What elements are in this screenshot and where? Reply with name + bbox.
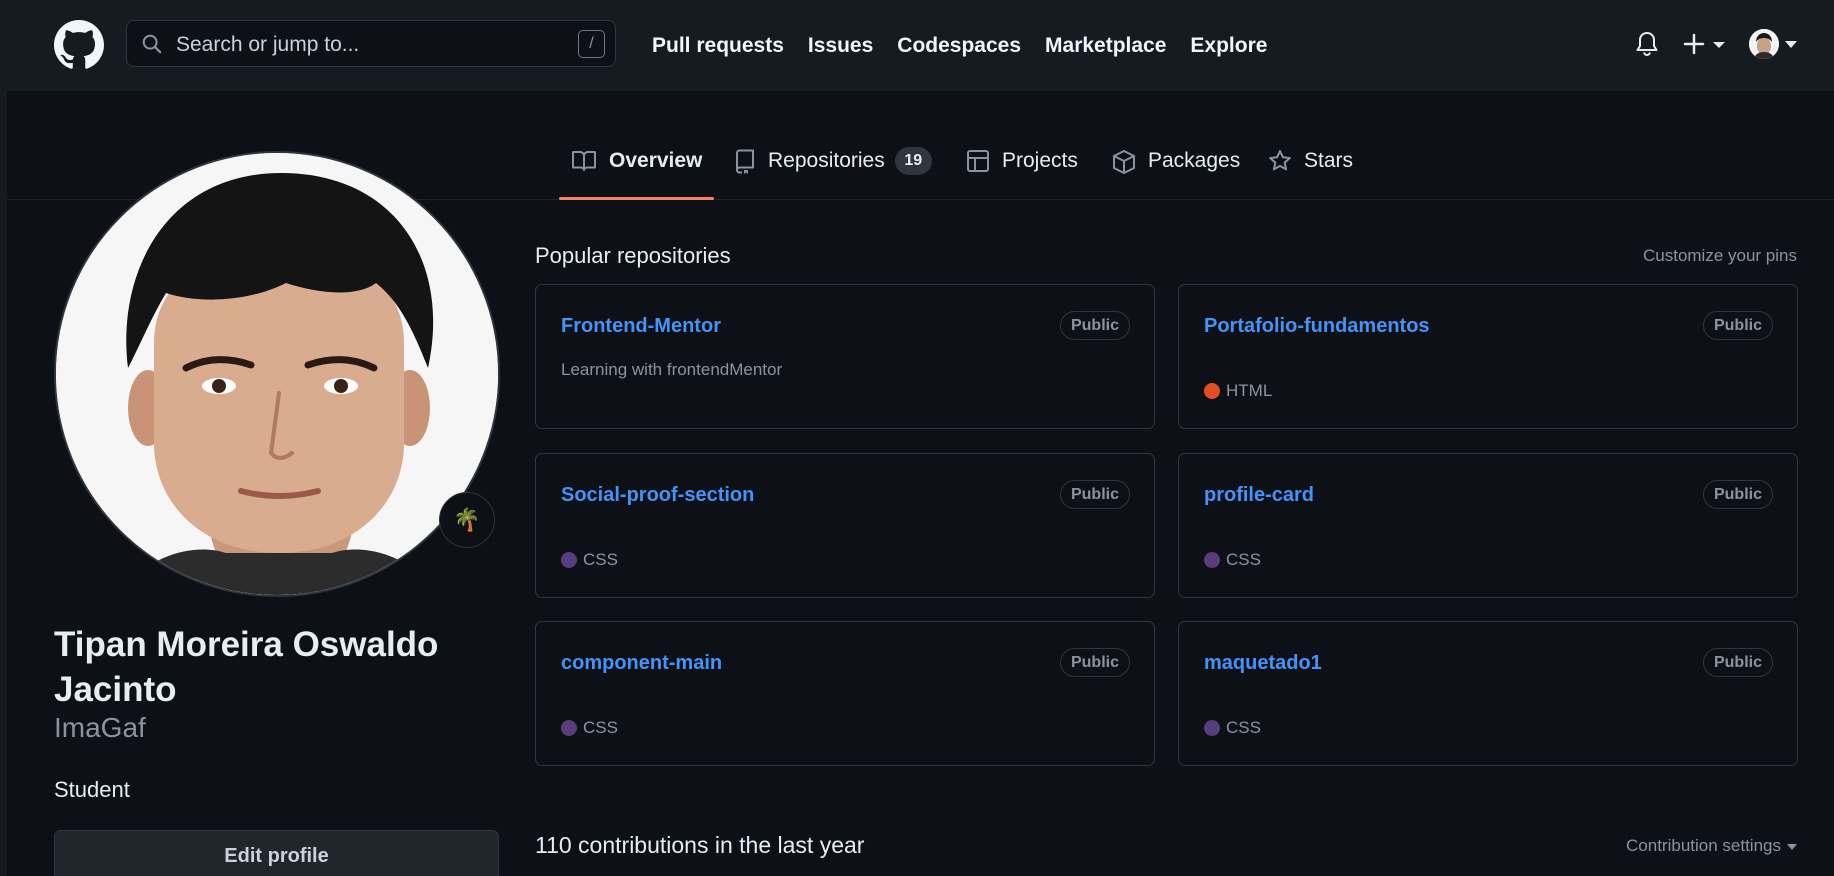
create-new-plus-icon[interactable]	[1683, 32, 1727, 56]
repo-card: Social-proof-section Public CSS	[535, 453, 1155, 598]
tab-projects[interactable]: Projects	[966, 147, 1078, 200]
contribution-settings-dropdown[interactable]: Contribution settings	[1626, 836, 1797, 856]
visibility-badge: Public	[1702, 480, 1773, 509]
search-input[interactable]: Search or jump to... /	[126, 20, 616, 67]
tab-overview-label: Overview	[609, 149, 703, 172]
repo-card: profile-card Public CSS	[1178, 453, 1798, 598]
repo-name-link[interactable]: maquetado1	[1204, 652, 1322, 675]
repo-card: component-main Public CSS	[535, 621, 1155, 766]
tab-packages-label: Packages	[1148, 149, 1241, 172]
book-icon	[572, 151, 596, 171]
nav-pull-requests[interactable]: Pull requests	[652, 34, 784, 58]
nav-explore[interactable]: Explore	[1190, 34, 1267, 58]
tab-overview[interactable]: Overview	[558, 147, 715, 200]
tab-repositories-label: Repositories	[768, 149, 885, 172]
repo-name-link[interactable]: profile-card	[1204, 484, 1314, 507]
language-label: CSS	[1226, 550, 1261, 569]
visibility-badge: Public	[1702, 311, 1773, 340]
visibility-badge: Public	[1059, 311, 1130, 340]
profile-full-name: Tipan Moreira Oswaldo Jacinto	[54, 625, 439, 709]
chevron-down-icon[interactable]	[1785, 41, 1797, 49]
profile-username: ImaGaf	[54, 712, 146, 743]
nav-issues[interactable]: Issues	[808, 34, 873, 58]
visibility-badge: Public	[1702, 648, 1773, 677]
visibility-badge: Public	[1059, 480, 1130, 509]
edit-profile-button[interactable]: Edit profile	[54, 830, 499, 876]
repo-language: HTML	[1204, 381, 1272, 401]
language-color-dot	[1204, 552, 1220, 568]
repo-card: Frontend-Mentor Public Learning with fro…	[535, 284, 1155, 429]
avatar-thumbnail-icon	[1749, 29, 1779, 59]
language-label: CSS	[583, 718, 618, 737]
tab-packages[interactable]: Packages	[1112, 147, 1240, 200]
nav-marketplace[interactable]: Marketplace	[1045, 34, 1166, 58]
status-emoji-button[interactable]: 🌴	[439, 492, 495, 548]
tab-stars[interactable]: Stars	[1268, 147, 1353, 200]
profile-photo-icon	[56, 153, 498, 595]
visibility-badge: Public	[1059, 648, 1130, 677]
search-shortcut-key: /	[578, 30, 605, 58]
repo-description: Learning with frontendMentor	[561, 360, 783, 379]
customize-pins-link[interactable]: Customize your pins	[1643, 246, 1797, 266]
star-icon	[1269, 150, 1291, 171]
search-placeholder: Search or jump to...	[176, 33, 360, 56]
tab-repositories[interactable]: Repositories 19	[734, 147, 932, 200]
notifications-bell-icon[interactable]	[1635, 31, 1659, 57]
repositories-count-badge: 19	[894, 147, 932, 175]
tab-stars-label: Stars	[1304, 149, 1354, 172]
contributions-title: 110 contributions in the last year	[535, 832, 865, 858]
package-icon	[1113, 150, 1135, 174]
repo-language: CSS	[561, 550, 618, 570]
language-label: HTML	[1226, 381, 1273, 400]
page-left-border	[0, 91, 7, 876]
repo-language: CSS	[1204, 550, 1261, 570]
repo-name-link[interactable]: Frontend-Mentor	[561, 315, 721, 338]
language-color-dot	[1204, 720, 1220, 736]
search-icon	[142, 34, 162, 54]
user-avatar-menu[interactable]	[1749, 29, 1779, 59]
language-color-dot	[561, 552, 577, 568]
repo-card: maquetado1 Public CSS	[1178, 621, 1798, 766]
global-nav: Pull requests Issues Codespaces Marketpl…	[652, 0, 1291, 91]
profile-avatar[interactable]	[54, 151, 500, 597]
repo-card: Portafolio-fundamentos Public HTML	[1178, 284, 1798, 429]
repo-language: CSS	[561, 718, 618, 738]
table-icon	[967, 150, 989, 172]
repo-name-link[interactable]: Portafolio-fundamentos	[1204, 315, 1430, 338]
tab-projects-label: Projects	[1002, 149, 1078, 172]
profile-bio: Student	[54, 777, 130, 802]
repo-icon	[736, 149, 754, 174]
nav-codespaces[interactable]: Codespaces	[897, 34, 1021, 58]
top-header: Search or jump to... / Pull requests Iss…	[0, 0, 1834, 91]
github-logo-icon[interactable]	[54, 20, 104, 70]
repo-language: CSS	[1204, 718, 1261, 738]
repo-name-link[interactable]: component-main	[561, 652, 722, 675]
repo-name-link[interactable]: Social-proof-section	[561, 484, 754, 507]
popular-repositories-title: Popular repositories	[535, 243, 731, 268]
language-label: CSS	[1226, 718, 1261, 737]
language-color-dot	[561, 720, 577, 736]
language-color-dot	[1204, 383, 1220, 399]
language-label: CSS	[583, 550, 618, 569]
